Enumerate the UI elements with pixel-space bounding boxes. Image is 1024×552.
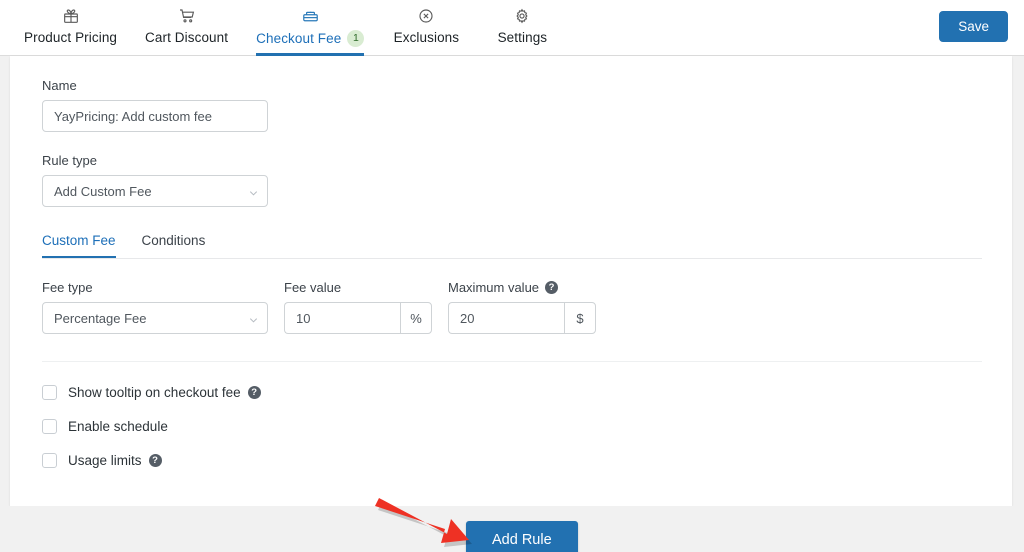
add-rule-button[interactable]: Add Rule: [466, 521, 578, 552]
help-icon[interactable]: ?: [148, 454, 162, 467]
save-button[interactable]: Save: [939, 11, 1008, 42]
section-divider: [42, 361, 982, 362]
gift-icon: [63, 6, 79, 26]
fee-settings-row: Fee type Percentage Fee Fee value 10 % M…: [42, 280, 982, 334]
top-navigation-bar: Product Pricing Cart Discount Checkout F…: [0, 0, 1024, 56]
rule-type-label: Rule type: [42, 153, 97, 168]
page-root: Product Pricing Cart Discount Checkout F…: [0, 0, 1024, 552]
checkbox-row-show-tooltip: Show tooltip on checkout fee ?: [42, 385, 982, 400]
enable-schedule-label: Enable schedule: [68, 419, 168, 434]
checkbox-row-enable-schedule: Enable schedule: [42, 419, 982, 434]
show-tooltip-checkbox[interactable]: [42, 385, 57, 400]
checkbox-row-usage-limits: Usage limits ?: [42, 453, 982, 468]
enable-schedule-checkbox[interactable]: [42, 419, 57, 434]
maximum-value-unit: $: [564, 302, 596, 334]
tab-exclusions[interactable]: Exclusions: [378, 0, 474, 56]
fee-type-select[interactable]: Percentage Fee: [42, 302, 268, 334]
tab-checkout-fee[interactable]: Checkout Fee 1: [242, 0, 378, 56]
rule-type-field-group: Rule type Add Custom Fee: [42, 153, 982, 207]
usage-limits-checkbox[interactable]: [42, 453, 57, 468]
tab-label: Product Pricing: [24, 30, 118, 45]
maximum-value-input[interactable]: [448, 302, 564, 334]
tab-product-pricing[interactable]: Product Pricing: [10, 0, 131, 56]
checkbox-label-text: Usage limits: [68, 453, 142, 468]
inner-tabs-divider: [42, 258, 982, 259]
help-icon[interactable]: ?: [247, 386, 261, 399]
tab-cart-discount[interactable]: Cart Discount: [131, 0, 242, 56]
circle-x-icon: [418, 6, 434, 26]
inner-tab-bar: Custom Fee Conditions: [42, 233, 982, 259]
fee-value-field-group: Fee value %: [284, 280, 432, 334]
rule-type-select[interactable]: Add Custom Fee: [42, 175, 268, 207]
rule-editor-card: Name Rule type Add Custom Fee: [10, 56, 1012, 506]
shopping-cart-icon: [179, 6, 195, 26]
tab-bar: Product Pricing Cart Discount Checkout F…: [10, 0, 570, 56]
tab-settings[interactable]: Settings: [474, 0, 570, 56]
status-badge: 1: [347, 30, 365, 47]
tab-label: Cart Discount: [145, 30, 229, 45]
maximum-value-label: Maximum value: [448, 280, 540, 295]
rule-type-value: Add Custom Fee: [54, 183, 152, 199]
tab-conditions[interactable]: Conditions: [142, 233, 206, 259]
tab-label: Settings: [497, 30, 548, 45]
fee-type-field-group: Fee type Percentage Fee: [42, 280, 268, 334]
cash-register-icon: [302, 6, 319, 26]
show-tooltip-label: Show tooltip on checkout fee ?: [68, 385, 261, 400]
name-field-group: Name: [42, 78, 982, 132]
options-checkbox-list: Show tooltip on checkout fee ? Enable sc…: [42, 385, 982, 468]
fee-type-value: Percentage Fee: [54, 310, 147, 326]
fee-value-input[interactable]: [284, 302, 400, 334]
fee-type-label: Fee type: [42, 280, 93, 295]
fee-value-unit: %: [400, 302, 432, 334]
maximum-value-field-group: Maximum value ? $: [448, 280, 596, 334]
checkbox-label-text: Show tooltip on checkout fee: [68, 385, 241, 400]
checkbox-label-text: Enable schedule: [68, 419, 168, 434]
tab-label: Checkout Fee: [256, 31, 342, 46]
tab-label: Exclusions: [393, 30, 460, 45]
fee-value-label: Fee value: [284, 280, 342, 295]
tab-custom-fee[interactable]: Custom Fee: [42, 233, 116, 259]
usage-limits-label: Usage limits ?: [68, 453, 162, 468]
gear-icon: [514, 6, 530, 26]
help-icon[interactable]: ?: [545, 281, 559, 294]
name-input[interactable]: [42, 100, 268, 132]
name-label: Name: [42, 78, 77, 93]
